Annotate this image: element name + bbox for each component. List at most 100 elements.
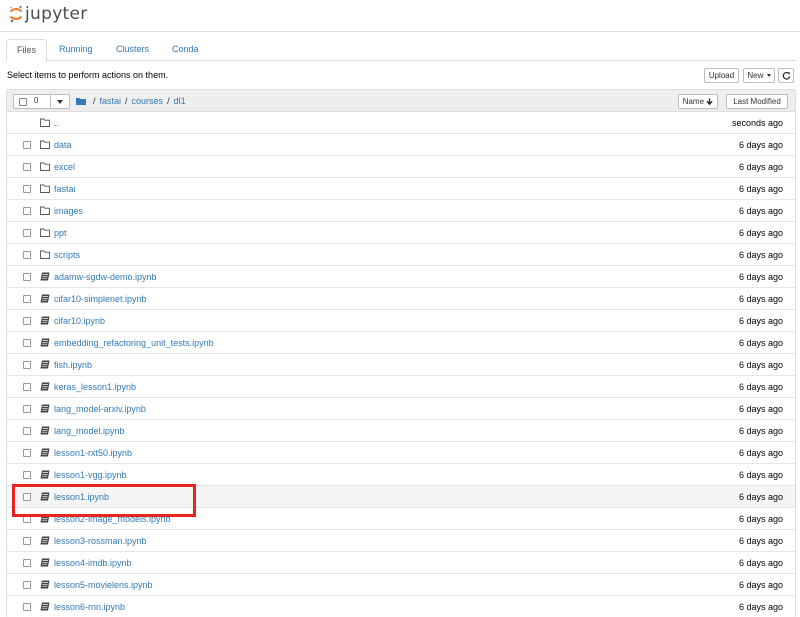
row-checkbox[interactable]	[23, 317, 31, 325]
selected-count: 0	[34, 96, 39, 105]
item-name-link[interactable]: adamw-sgdw-demo.ipynb	[54, 272, 157, 282]
header-bar: jupyter	[0, 0, 800, 32]
file-list-row[interactable]: keras_lesson1.ipynb 6 days ago	[7, 376, 795, 398]
row-checkbox[interactable]	[23, 339, 31, 347]
row-checkbox[interactable]	[23, 471, 31, 479]
item-name-link[interactable]: embedding_refactoring_unit_tests.ipynb	[54, 338, 214, 348]
row-checkbox[interactable]	[23, 185, 31, 193]
item-modified-time: 6 days ago	[738, 206, 783, 216]
tab-clusters[interactable]: Clusters	[106, 39, 159, 61]
item-name-link[interactable]: lang_model-arxiv.ipynb	[54, 404, 146, 414]
file-list-row[interactable]: data 6 days ago	[7, 134, 795, 156]
breadcrumb-courses[interactable]: courses	[132, 96, 164, 106]
select-all-dropdown[interactable]: 0	[13, 94, 70, 109]
tab-files[interactable]: Files	[6, 39, 48, 62]
item-name-link[interactable]: lesson1-rxt50.ipynb	[54, 448, 132, 458]
row-checkbox[interactable]	[23, 515, 31, 523]
file-list-row[interactable]: images 6 days ago	[7, 200, 795, 222]
item-name-link[interactable]: cifar10.ipynb	[54, 316, 105, 326]
row-checkbox[interactable]	[23, 427, 31, 435]
file-list-row[interactable]: embedding_refactoring_unit_tests.ipynb 6 …	[7, 332, 795, 354]
item-modified-time: 6 days ago	[738, 448, 783, 458]
item-name-link[interactable]: data	[54, 140, 72, 150]
sort-last-modified-button[interactable]: Last Modified	[726, 94, 788, 109]
item-name-link[interactable]: lang_model.ipynb	[54, 426, 125, 436]
row-checkbox[interactable]	[23, 493, 31, 501]
row-checkbox[interactable]	[23, 603, 31, 611]
item-modified-time: 6 days ago	[738, 228, 783, 238]
row-checkbox[interactable]	[23, 273, 31, 281]
tab-running[interactable]: Running	[49, 39, 103, 61]
notebook-icon	[40, 536, 50, 545]
row-checkbox[interactable]	[23, 141, 31, 149]
item-modified-time: 6 days ago	[738, 338, 783, 348]
row-checkbox[interactable]	[23, 163, 31, 171]
row-checkbox[interactable]	[23, 383, 31, 391]
folder-icon[interactable]	[76, 97, 86, 105]
item-name-link[interactable]: fish.ipynb	[54, 360, 92, 370]
item-modified-time: 6 days ago	[738, 360, 783, 370]
item-name-link[interactable]: ppt	[54, 228, 67, 238]
item-modified-time: 6 days ago	[738, 536, 783, 546]
file-list-row[interactable]: fastai 6 days ago	[7, 178, 795, 200]
item-name-link[interactable]: lesson3-rossman.ipynb	[54, 536, 147, 546]
item-name-link[interactable]: excel	[54, 162, 75, 172]
row-checkbox[interactable]	[23, 207, 31, 215]
row-checkbox[interactable]	[23, 559, 31, 567]
item-name-link[interactable]: lesson4-imdb.ipynb	[54, 558, 132, 568]
tab-bar: Files Running Clusters Conda	[6, 39, 796, 62]
row-checkbox[interactable]	[23, 537, 31, 545]
row-checkbox[interactable]	[23, 251, 31, 259]
item-name-link[interactable]: scripts	[54, 250, 80, 260]
notebook-icon	[40, 492, 50, 501]
row-checkbox[interactable]	[23, 361, 31, 369]
file-list-row[interactable]: ppt 6 days ago	[7, 222, 795, 244]
file-list-row[interactable]: cifar10.ipynb 6 days ago	[7, 310, 795, 332]
file-list-row[interactable]: lesson2-image_models.ipynb 6 days ago	[7, 508, 795, 530]
file-list-row[interactable]: lesson4-imdb.ipynb 6 days ago	[7, 552, 795, 574]
jupyter-logo[interactable]: jupyter	[9, 3, 88, 25]
file-list-row[interactable]: cifar10-simplenet.ipynb 6 days ago	[7, 288, 795, 310]
row-checkbox[interactable]	[23, 581, 31, 589]
select-all-checkbox[interactable]	[19, 98, 27, 106]
file-list-row[interactable]: excel 6 days ago	[7, 156, 795, 178]
sort-name-button[interactable]: Name	[678, 94, 718, 109]
file-list-row[interactable]: lesson6-rnn.ipynb 6 days ago	[7, 596, 795, 617]
breadcrumb-fastai[interactable]: fastai	[100, 96, 122, 106]
item-name-link[interactable]: lesson1.ipynb	[54, 492, 109, 502]
item-name-link[interactable]: lesson6-rnn.ipynb	[54, 602, 125, 612]
file-list-row[interactable]: lesson1-vgg.ipynb 6 days ago	[7, 464, 795, 486]
file-list-row[interactable]: lesson1-rxt50.ipynb 6 days ago	[7, 442, 795, 464]
item-name-link[interactable]: ..	[54, 118, 59, 128]
upload-button[interactable]: Upload	[704, 68, 739, 83]
file-list-row[interactable]: scripts 6 days ago	[7, 244, 795, 266]
file-list-row[interactable]: .. seconds ago	[7, 112, 795, 134]
row-checkbox[interactable]	[23, 229, 31, 237]
file-list-row[interactable]: adamw-sgdw-demo.ipynb 6 days ago	[7, 266, 795, 288]
new-dropdown-button[interactable]: New	[743, 68, 775, 83]
chevron-down-icon	[766, 74, 771, 78]
item-name-link[interactable]: lesson2-image_models.ipynb	[54, 514, 171, 524]
file-list-row[interactable]: lesson1.ipynb 6 days ago	[7, 486, 795, 508]
file-list-row[interactable]: lang_model.ipynb 6 days ago	[7, 420, 795, 442]
refresh-button[interactable]	[778, 68, 794, 83]
item-modified-time: 6 days ago	[738, 140, 783, 150]
caret-down-icon[interactable]	[57, 100, 63, 104]
row-checkbox[interactable]	[23, 449, 31, 457]
row-checkbox[interactable]	[23, 295, 31, 303]
row-checkbox[interactable]	[23, 405, 31, 413]
item-name-link[interactable]: cifar10-simplenet.ipynb	[54, 294, 147, 304]
file-list-row[interactable]: lesson5-movielens.ipynb 6 days ago	[7, 574, 795, 596]
item-name-link[interactable]: keras_lesson1.ipynb	[54, 382, 136, 392]
item-name-link[interactable]: lesson5-movielens.ipynb	[54, 580, 153, 590]
item-name-link[interactable]: fastai	[54, 184, 76, 194]
file-list-panel: 0 / fastai / courses / dl1 Name Last Mod…	[6, 89, 796, 617]
file-list-row[interactable]: lang_model-arxiv.ipynb 6 days ago	[7, 398, 795, 420]
file-list-row[interactable]: lesson3-rossman.ipynb 6 days ago	[7, 530, 795, 552]
item-name-link[interactable]: lesson1-vgg.ipynb	[54, 470, 127, 480]
breadcrumb-dl1[interactable]: dl1	[174, 96, 186, 106]
tab-conda[interactable]: Conda	[162, 39, 209, 61]
file-list-row[interactable]: fish.ipynb 6 days ago	[7, 354, 795, 376]
item-name-link[interactable]: images	[54, 206, 83, 216]
notebook-icon	[40, 602, 50, 611]
